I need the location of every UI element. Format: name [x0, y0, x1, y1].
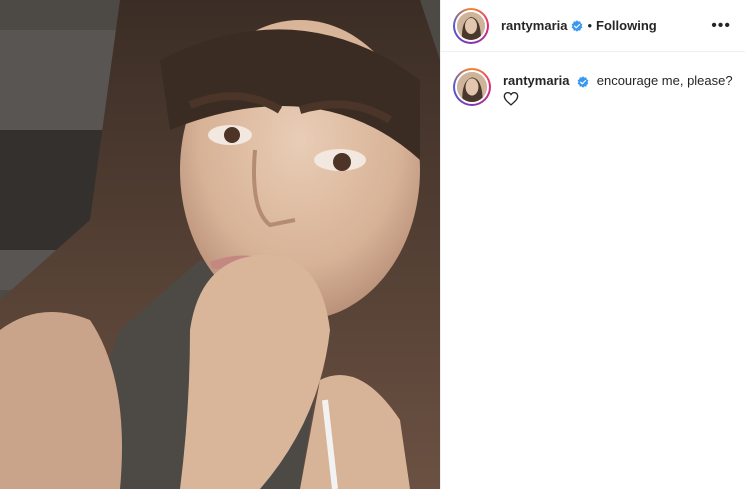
header-username[interactable]: rantymaria	[501, 18, 567, 33]
avatar-image	[457, 11, 485, 40]
verified-badge-icon	[572, 19, 583, 32]
avatar	[457, 11, 485, 40]
selfie-photo	[0, 0, 440, 489]
post-sidebar: rantymaria • Following ••• rantymaria en…	[440, 0, 745, 489]
caption-avatar-frame	[455, 70, 489, 104]
avatar-frame	[455, 9, 487, 42]
caption-avatar-image	[457, 72, 487, 102]
caption-line: rantymaria encourage me, please?	[503, 72, 733, 89]
more-options-icon[interactable]: •••	[711, 17, 731, 34]
separator-dot: •	[587, 18, 593, 33]
like-button[interactable]	[503, 91, 733, 111]
caption-body: rantymaria encourage me, please?	[503, 68, 733, 111]
caption-text: encourage me, please?	[596, 73, 733, 88]
caption-avatar	[457, 72, 487, 102]
caption-username[interactable]: rantymaria	[503, 73, 569, 88]
instagram-post: rantymaria • Following ••• rantymaria en…	[0, 0, 745, 489]
post-header: rantymaria • Following •••	[441, 0, 745, 52]
following-button[interactable]: Following	[596, 18, 657, 33]
verified-badge-icon	[577, 75, 589, 88]
caption-comment: rantymaria encourage me, please?	[441, 52, 745, 111]
profile-avatar-ring[interactable]	[453, 7, 489, 44]
post-photo[interactable]	[0, 0, 440, 489]
heart-outline-icon[interactable]	[503, 91, 519, 106]
caption-avatar-ring[interactable]	[453, 68, 491, 106]
